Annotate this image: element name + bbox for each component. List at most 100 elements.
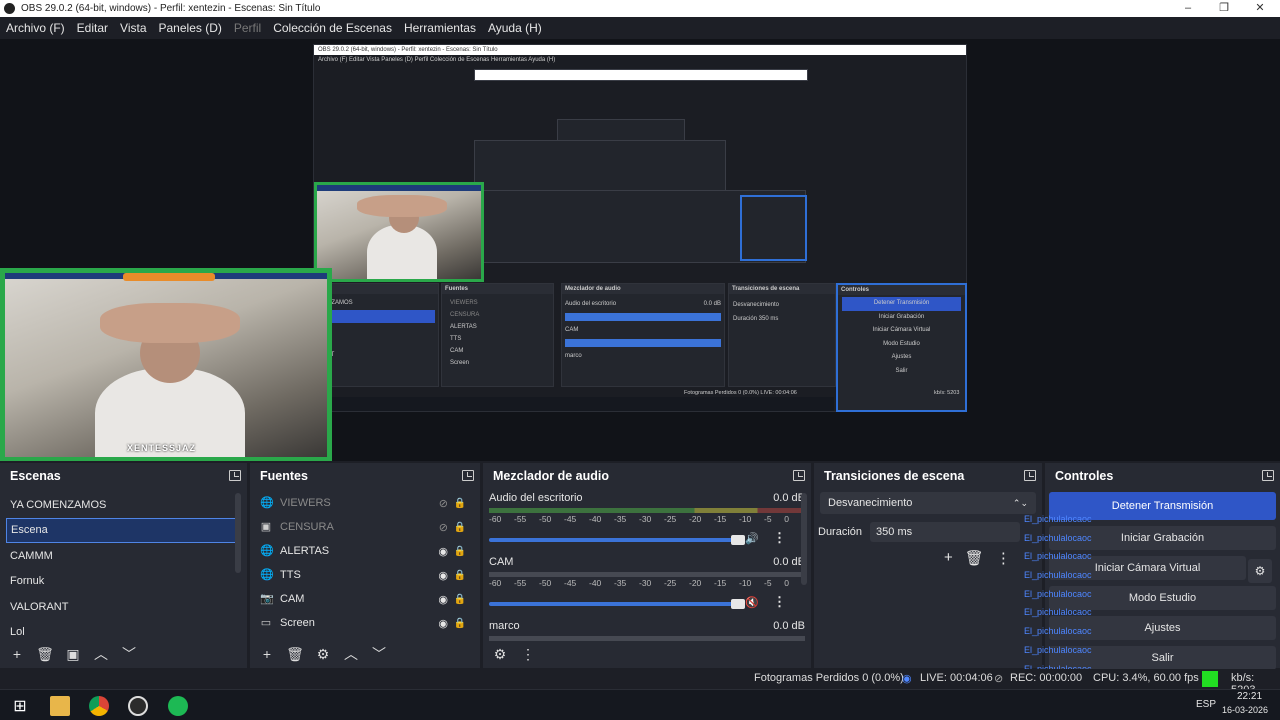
cpu-usage: CPU: 3.4%, 60.00 fps xyxy=(1093,672,1199,684)
scene-item[interactable]: Fornuk xyxy=(0,569,247,595)
menu-perfil[interactable]: Perfil xyxy=(228,21,267,35)
channel-name: CAM xyxy=(489,556,514,568)
source-label: TTS xyxy=(280,569,301,581)
undock-icon[interactable] xyxy=(793,470,805,481)
eye-icon[interactable]: ◉ xyxy=(438,593,448,606)
obs-taskbar-icon[interactable] xyxy=(128,696,148,716)
source-item[interactable]: 🌐 VIEWERS ⊘ 🔒 xyxy=(250,491,480,515)
move-down-button[interactable]: ﹀ xyxy=(118,644,140,664)
scene-filters-button[interactable]: ▣ xyxy=(62,644,84,664)
undock-icon[interactable] xyxy=(1024,470,1036,481)
chrome-icon[interactable] xyxy=(89,696,109,716)
menu-herramientas[interactable]: Herramientas xyxy=(398,21,482,35)
menu-vista[interactable]: Vista xyxy=(114,21,152,35)
advanced-audio-icon[interactable]: ⚙ xyxy=(489,644,511,664)
obs-app-icon xyxy=(4,3,15,14)
eye-icon[interactable]: ◉ xyxy=(438,545,448,558)
source-item[interactable]: 📷 CAM ◉ 🔒 xyxy=(250,587,480,611)
source-item[interactable]: ▭ Screen ◉ 🔒 xyxy=(250,611,480,635)
add-transition-button[interactable]: + xyxy=(944,549,953,567)
live-time: LIVE: 00:04:06 xyxy=(920,672,993,684)
scene-item[interactable]: VALORANT xyxy=(0,594,247,620)
remove-scene-button[interactable]: 🗑 xyxy=(34,644,56,664)
mixer-channel: CAM 0.0 dB -60 -55 -50 -45 -40 -35 -30 -25 -20 -1… xyxy=(483,556,811,616)
nested-scenes-dock: MENZAMOS ra MM uk RANT xyxy=(314,283,439,387)
channel-menu-icon[interactable]: ⋮ xyxy=(773,530,786,546)
remove-source-button[interactable]: 🗑 xyxy=(284,644,306,664)
scene-item[interactable]: YA COMENZAMOS xyxy=(0,492,247,518)
close-button[interactable]: ✕ xyxy=(1242,0,1278,17)
nested-source-item: TTS xyxy=(450,336,462,342)
speaker-icon[interactable]: 🔊 xyxy=(745,532,759,545)
level-meter xyxy=(489,572,805,577)
image-source-icon: ▣ xyxy=(260,521,272,533)
source-item[interactable]: ▣ CENSURA ⊘ 🔒 xyxy=(250,515,480,539)
lock-icon[interactable]: 🔒 xyxy=(454,594,466,605)
nested-scene-item: RANT xyxy=(318,349,435,362)
mixer-channel: Audio del escritorio 0.0 dB -60 -55 -50 -45… xyxy=(483,492,811,552)
volume-slider[interactable] xyxy=(489,535,745,545)
move-up-button[interactable]: ︿ xyxy=(340,644,362,664)
webcam-frame-decoration xyxy=(123,273,215,281)
nested-level-4 xyxy=(474,140,726,195)
browser-source-icon: 🌐 xyxy=(260,569,274,581)
mixer-scrollbar[interactable] xyxy=(801,493,807,585)
minimize-button[interactable]: – xyxy=(1170,0,1206,17)
eye-hidden-icon[interactable]: ⊘ xyxy=(439,497,448,510)
chat-username: El_pichulalocaoc xyxy=(1024,532,1092,543)
scenes-scrollbar[interactable] xyxy=(235,493,241,573)
spotify-icon[interactable] xyxy=(168,696,188,716)
mixer-menu-icon[interactable]: ⋮ xyxy=(517,644,539,664)
lock-icon[interactable]: 🔒 xyxy=(454,522,466,533)
speaker-muted-icon[interactable]: 🔇 xyxy=(745,596,759,609)
transition-select[interactable]: Desvanecimiento ⌃⌄ xyxy=(820,492,1036,514)
lock-icon[interactable]: 🔒 xyxy=(454,618,466,629)
chat-username: El_pichulalocaoc xyxy=(1024,626,1092,637)
chat-username: El_pichulalocaoc xyxy=(1024,514,1092,524)
channel-menu-icon[interactable]: ⋮ xyxy=(773,594,786,610)
transition-menu-icon[interactable]: ⋮ xyxy=(996,549,1011,567)
channel-name: marco xyxy=(489,620,520,632)
move-down-button[interactable]: ﹀ xyxy=(368,644,390,664)
menu-ayuda[interactable]: Ayuda (H) xyxy=(482,21,548,35)
add-source-button[interactable]: + xyxy=(256,644,278,664)
move-up-button[interactable]: ︿ xyxy=(90,644,112,664)
duration-input[interactable]: 350 ms xyxy=(870,522,1021,542)
undock-icon[interactable] xyxy=(1262,470,1274,481)
clock-date[interactable]: 16-03-2026 xyxy=(1222,705,1268,715)
volume-slider[interactable] xyxy=(489,599,745,609)
undock-icon[interactable] xyxy=(462,470,474,481)
browser-source-icon: 🌐 xyxy=(260,497,274,509)
eye-icon[interactable]: ◉ xyxy=(438,569,448,582)
undock-icon[interactable] xyxy=(229,470,241,481)
source-properties-button[interactable]: ⚙ xyxy=(312,644,334,664)
language-indicator[interactable]: ESP xyxy=(1196,699,1216,710)
clock-time[interactable]: 22:21 xyxy=(1237,691,1262,702)
maximize-button[interactable]: ❐ xyxy=(1206,0,1242,17)
windows-start-icon[interactable]: ⊞ xyxy=(10,696,30,716)
remove-transition-button[interactable]: 🗑 xyxy=(965,549,984,567)
add-scene-button[interactable]: + xyxy=(6,644,28,664)
rec-icon: ⊘ xyxy=(994,673,1004,685)
dropped-frames: Fotogramas Perdidos 0 (0.0%) xyxy=(754,672,904,684)
menu-paneles[interactable]: Paneles (D) xyxy=(153,21,228,35)
status-bar: Fotogramas Perdidos 0 (0.0%) ◉ LIVE: 00:… xyxy=(0,669,1280,696)
source-item[interactable]: 🌐 ALERTAS ◉ 🔒 xyxy=(250,539,480,563)
lock-icon[interactable]: 🔒 xyxy=(454,570,466,581)
menu-editar[interactable]: Editar xyxy=(71,21,114,35)
virtual-camera-settings-gear-icon[interactable]: ⚙ xyxy=(1248,559,1272,583)
nested-control-button: Detener Transmisión xyxy=(842,297,961,311)
file-explorer-icon[interactable] xyxy=(50,696,70,716)
menu-archivo[interactable]: Archivo (F) xyxy=(0,21,71,35)
source-item[interactable]: 🌐 TTS ◉ 🔒 xyxy=(250,563,480,587)
eye-hidden-icon[interactable]: ⊘ xyxy=(439,521,448,534)
scene-item[interactable]: CAMMM xyxy=(0,543,247,569)
preview-canvas[interactable]: OBS 29.0.2 (64-bit, windows) - Perfil: x… xyxy=(0,39,1280,462)
scene-item[interactable]: Lol xyxy=(0,620,247,646)
eye-icon[interactable]: ◉ xyxy=(438,617,448,630)
menu-coleccion-escenas[interactable]: Colección de Escenas xyxy=(267,21,398,35)
lock-icon[interactable]: 🔒 xyxy=(454,498,466,509)
nested-control-button: Iniciar Cámara Virtual xyxy=(872,327,931,333)
lock-icon[interactable]: 🔒 xyxy=(454,546,466,557)
scene-item-selected[interactable]: Escena xyxy=(6,517,241,543)
